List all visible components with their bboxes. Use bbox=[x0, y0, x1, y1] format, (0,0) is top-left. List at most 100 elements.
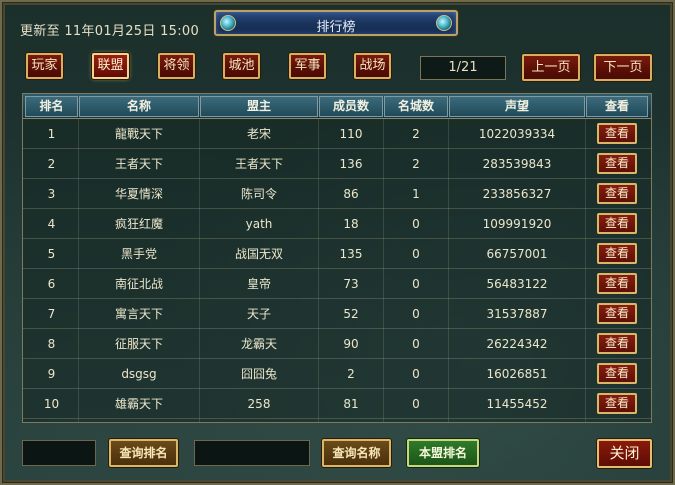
cell-leader: 龙霸天 bbox=[240, 337, 277, 351]
cell-rank: 4 bbox=[47, 217, 56, 231]
cell-prestige: 66757001 bbox=[486, 247, 548, 261]
page-indicator: 1/21 bbox=[420, 56, 506, 80]
cell-prestige: 109991920 bbox=[482, 217, 552, 231]
close-button[interactable]: 关闭 bbox=[597, 439, 652, 468]
cell-alliance-name: 龍戰天下 bbox=[114, 127, 163, 141]
cell-prestige: 56483122 bbox=[486, 277, 548, 291]
tab-cities[interactable]: 城池 bbox=[223, 53, 260, 79]
cell-members: 81 bbox=[343, 397, 359, 411]
view-button[interactable]: 查看 bbox=[597, 273, 637, 294]
cell-rank: 7 bbox=[47, 307, 56, 321]
name-query-input[interactable] bbox=[194, 440, 310, 466]
ranking-window: 更新至 11年01月25日 15:00 排行榜 玩家 联盟 将领 城池 军事 战… bbox=[0, 0, 675, 485]
query-name-button[interactable]: 查询名称 bbox=[322, 439, 391, 467]
cell-members: 52 bbox=[343, 307, 359, 321]
cell-cities: 0 bbox=[412, 367, 420, 381]
tab-battlefield[interactable]: 战场 bbox=[354, 53, 391, 79]
cell-leader: 天子 bbox=[246, 307, 271, 321]
table-row: 10 雄霸天下 258 81 0 11455452 查看 bbox=[23, 389, 651, 419]
cell-rank: 2 bbox=[47, 157, 56, 171]
cell-leader: 258 bbox=[247, 397, 271, 411]
table-row: 8 征服天下 龙霸天 90 0 26224342 查看 bbox=[23, 329, 651, 359]
column-divider bbox=[448, 119, 449, 422]
tab-alliance[interactable]: 联盟 bbox=[92, 53, 129, 79]
tab-military[interactable]: 军事 bbox=[289, 53, 326, 79]
table-row: 5 黑手党 战国无双 135 0 66757001 查看 bbox=[23, 239, 651, 269]
cell-members: 18 bbox=[343, 217, 359, 231]
table-row: 2 王者天下 王者天下 136 2 283539843 查看 bbox=[23, 149, 651, 179]
table-row: 9 dsgsg 囧囧兔 2 0 16026851 查看 bbox=[23, 359, 651, 389]
tab-players[interactable]: 玩家 bbox=[26, 53, 63, 79]
cell-cities: 2 bbox=[412, 157, 420, 171]
my-alliance-rank-button[interactable]: 本盟排名 bbox=[407, 439, 479, 467]
cell-cities: 0 bbox=[412, 337, 420, 351]
view-button[interactable]: 查看 bbox=[597, 363, 637, 384]
cell-leader: yath bbox=[245, 217, 273, 231]
table-row: 3 华夏情深 陈司令 86 1 233856327 查看 bbox=[23, 179, 651, 209]
cell-leader: 战国无双 bbox=[234, 247, 283, 261]
view-button[interactable]: 查看 bbox=[597, 243, 637, 264]
cell-rank: 6 bbox=[47, 277, 56, 291]
view-button[interactable]: 查看 bbox=[597, 393, 637, 414]
cell-members: 110 bbox=[339, 127, 363, 141]
cell-prestige: 16026851 bbox=[486, 367, 548, 381]
view-button[interactable]: 查看 bbox=[597, 213, 637, 234]
prev-page-button[interactable]: 上一页 bbox=[522, 54, 580, 81]
header-leader: 盟主 bbox=[200, 96, 318, 117]
view-button[interactable]: 查看 bbox=[597, 153, 637, 174]
cell-prestige: 31537887 bbox=[486, 307, 548, 321]
cell-cities: 2 bbox=[412, 127, 420, 141]
table-header: 排名 名称 盟主 成员数 名城数 声望 查看 bbox=[23, 94, 651, 119]
cell-cities: 0 bbox=[412, 397, 420, 411]
cell-leader: 王者天下 bbox=[234, 157, 283, 171]
cell-alliance-name: 华夏情深 bbox=[114, 187, 163, 201]
cell-rank: 1 bbox=[47, 127, 56, 141]
query-rank-button[interactable]: 查询排名 bbox=[109, 439, 178, 467]
cell-prestige: 26224342 bbox=[486, 337, 548, 351]
cell-members: 86 bbox=[343, 187, 359, 201]
column-divider bbox=[318, 119, 319, 422]
cell-rank: 3 bbox=[47, 187, 56, 201]
cell-alliance-name: 雄霸天下 bbox=[114, 397, 163, 411]
cell-leader: 囧囧兔 bbox=[240, 367, 277, 381]
column-divider bbox=[78, 119, 79, 422]
cell-leader: 皇帝 bbox=[246, 277, 271, 291]
table-row: 1 龍戰天下 老宋 110 2 1022039334 查看 bbox=[23, 119, 651, 149]
table-row: 6 南征北战 皇帝 73 0 56483122 查看 bbox=[23, 269, 651, 299]
view-button[interactable]: 查看 bbox=[597, 123, 637, 144]
view-button[interactable]: 查看 bbox=[597, 333, 637, 354]
cell-rank: 9 bbox=[47, 367, 56, 381]
column-divider bbox=[383, 119, 384, 422]
cell-members: 136 bbox=[339, 157, 363, 171]
cell-alliance-name: 王者天下 bbox=[114, 157, 163, 171]
cell-alliance-name: dsgsg bbox=[121, 367, 157, 381]
cell-cities: 0 bbox=[412, 247, 420, 261]
header-view: 查看 bbox=[586, 96, 648, 117]
view-button[interactable]: 查看 bbox=[597, 183, 637, 204]
cell-leader: 陈司令 bbox=[240, 187, 277, 201]
header-rank: 排名 bbox=[25, 96, 78, 117]
view-button[interactable]: 查看 bbox=[597, 303, 637, 324]
table-row: 7 寓言天下 天子 52 0 31537887 查看 bbox=[23, 299, 651, 329]
rank-query-input[interactable] bbox=[22, 440, 96, 466]
cell-prestige: 283539843 bbox=[482, 157, 552, 171]
cell-cities: 0 bbox=[412, 307, 420, 321]
cell-leader: 老宋 bbox=[246, 127, 271, 141]
cell-members: 73 bbox=[343, 277, 359, 291]
cell-alliance-name: 黑手党 bbox=[120, 247, 157, 261]
header-name: 名称 bbox=[79, 96, 199, 117]
table-row: 4 疯狂红魔 yath 18 0 109991920 查看 bbox=[23, 209, 651, 239]
cell-alliance-name: 寓言天下 bbox=[114, 307, 163, 321]
cell-rank: 5 bbox=[47, 247, 56, 261]
cell-alliance-name: 征服天下 bbox=[114, 337, 163, 351]
column-divider bbox=[585, 119, 586, 422]
tab-generals[interactable]: 将领 bbox=[158, 53, 195, 79]
next-page-button[interactable]: 下一页 bbox=[594, 54, 652, 81]
title-bar: 排行榜 bbox=[214, 10, 458, 36]
cell-members: 2 bbox=[347, 367, 355, 381]
cell-cities: 0 bbox=[412, 277, 420, 291]
cell-prestige: 233856327 bbox=[482, 187, 552, 201]
cell-rank: 10 bbox=[43, 397, 60, 411]
ranking-table: 排名 名称 盟主 成员数 名城数 声望 查看 1 龍戰天下 老宋 110 2 10 2 2 0 3… bbox=[22, 93, 652, 423]
header-cities: 名城数 bbox=[384, 96, 448, 117]
